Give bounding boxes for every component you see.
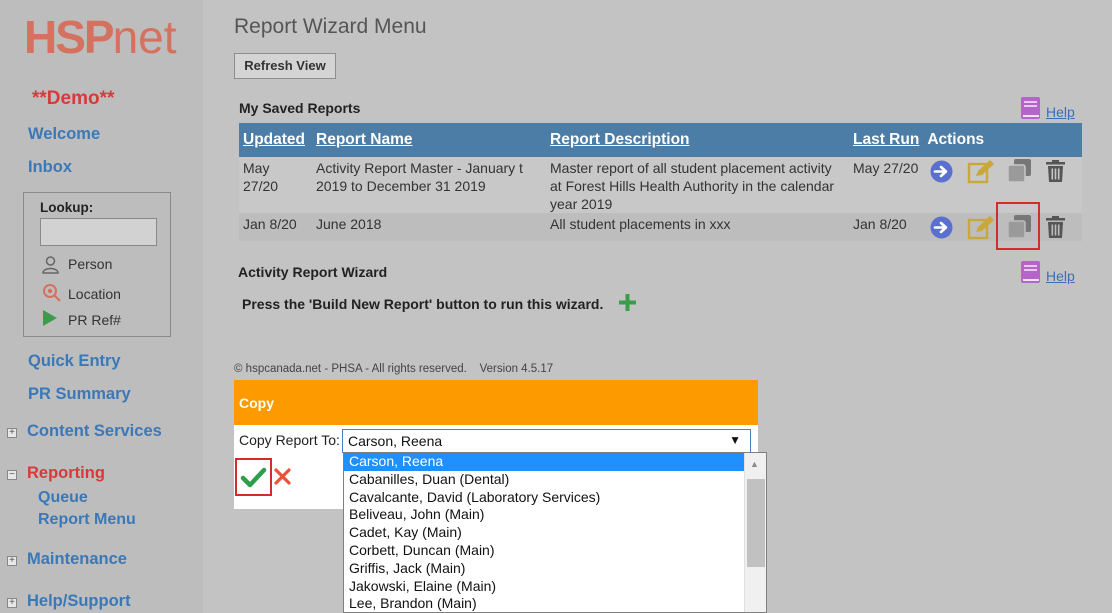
cell-report-name: Activity Report Master - January t 2019 … [312, 157, 546, 213]
footer: © hspcanada.net - PHSA - All rights rese… [234, 363, 553, 375]
option-item[interactable]: Carson, Reena [344, 453, 744, 471]
run-report-icon[interactable] [930, 216, 953, 244]
option-item[interactable]: Corbett, Duncan (Main) [344, 542, 744, 560]
dropdown-scrollbar[interactable]: ▲ [744, 453, 766, 612]
help-book-icon[interactable] [1020, 96, 1042, 125]
hspnet-logo[interactable]: HSPnet [24, 10, 177, 64]
cell-updated: Jan 8/20 [239, 213, 312, 241]
option-item[interactable]: Griffis, Jack (Main) [344, 560, 744, 578]
demo-label: **Demo** [32, 88, 115, 109]
option-item[interactable]: Jakowski, Elaine (Main) [344, 578, 744, 596]
saved-reports-table: Updated Report Name Report Description L… [239, 123, 1082, 241]
option-item[interactable]: Cavalcante, David (Laboratory Services) [344, 489, 744, 507]
options-list: Carson, Reena Cabanilles, Duan (Dental) … [344, 453, 744, 612]
option-item[interactable]: Beliveau, John (Main) [344, 506, 744, 524]
refresh-view-button[interactable]: Refresh View [234, 53, 336, 79]
col-updated[interactable]: Updated [239, 123, 312, 157]
option-item[interactable]: Cabanilles, Duan (Dental) [344, 471, 744, 489]
lookup-panel: Lookup: Person Location PR Ref# [23, 192, 171, 337]
option-item[interactable]: Cadet, Kay (Main) [344, 524, 744, 542]
scrollbar-thumb[interactable] [747, 479, 765, 567]
col-actions: Actions [923, 123, 1082, 157]
lookup-location[interactable]: Location [68, 286, 121, 302]
page-title: Report Wizard Menu [234, 15, 427, 38]
copy-button-highlight [996, 202, 1040, 250]
person-icon [42, 256, 59, 279]
checkmark-icon [240, 467, 267, 488]
expand-icon[interactable]: + [7, 598, 17, 608]
lookup-person[interactable]: Person [68, 256, 112, 272]
wizard-help-link[interactable]: Help [1046, 268, 1075, 284]
wizard-title: Activity Report Wizard [238, 264, 388, 280]
run-report-icon[interactable] [930, 160, 953, 188]
nav-quick-entry[interactable]: Quick Entry [28, 352, 121, 371]
edit-report-icon[interactable] [967, 158, 995, 189]
cell-report-description: All student placements in xxx [546, 213, 849, 241]
nav-queue[interactable]: Queue [38, 489, 88, 507]
lookup-pr-ref[interactable]: PR Ref# [68, 312, 121, 328]
cell-updated: May 27/20 [239, 157, 312, 213]
cell-report-description: Master report of all student placement a… [546, 157, 849, 213]
nav-reporting[interactable]: Reporting [27, 464, 105, 483]
wizard-instructions: Press the 'Build New Report' button to r… [242, 296, 604, 312]
nav-help-support[interactable]: Help/Support [27, 592, 131, 611]
saved-reports-title: My Saved Reports [239, 100, 361, 116]
location-pin-icon [42, 283, 61, 307]
dialog-title: Copy [234, 380, 758, 425]
nav-inbox[interactable]: Inbox [28, 158, 72, 177]
col-last-run[interactable]: Last Run [849, 123, 924, 157]
cell-last-run: May 27/20 [849, 157, 924, 213]
trash-icon[interactable] [1046, 216, 1065, 243]
edit-report-icon[interactable] [967, 214, 995, 245]
copy-report-icon[interactable] [1006, 158, 1032, 189]
sidebar: HSPnet **Demo** Welcome Inbox Lookup: Pe… [0, 0, 203, 613]
col-report-description[interactable]: Report Description [546, 123, 849, 157]
table-row: May 27/20 Activity Report Master - Janua… [239, 157, 1082, 213]
nav-report-menu[interactable]: Report Menu [38, 511, 136, 529]
selected-value: Carson, Reena [348, 433, 443, 449]
footer-copyright: © hspcanada.net - PHSA - All rights rese… [234, 363, 467, 375]
trash-icon[interactable] [1046, 160, 1065, 187]
expand-icon[interactable]: + [7, 556, 17, 566]
lookup-input[interactable] [40, 218, 157, 246]
help-book-icon[interactable] [1020, 260, 1042, 289]
build-new-report-plus-icon[interactable] [619, 294, 636, 316]
copy-report-to-options[interactable]: Carson, Reena Cabanilles, Duan (Dental) … [343, 452, 767, 613]
nav-welcome[interactable]: Welcome [28, 125, 100, 144]
scroll-up-icon[interactable]: ▲ [750, 459, 759, 469]
copy-report-to-label: Copy Report To: [239, 432, 340, 448]
table-row: Jan 8/20 June 2018 All student placement… [239, 213, 1082, 241]
cell-report-name: June 2018 [312, 213, 546, 241]
collapse-icon[interactable]: − [7, 470, 17, 480]
expand-icon[interactable]: + [7, 428, 17, 438]
close-icon [274, 468, 291, 485]
copy-report-to-select[interactable]: Carson, Reena ▼ [342, 429, 751, 453]
cancel-copy-button[interactable] [274, 468, 291, 490]
nav-maintenance[interactable]: Maintenance [27, 550, 127, 569]
lookup-label: Lookup: [40, 200, 94, 215]
play-icon [42, 309, 58, 332]
nav-pr-summary[interactable]: PR Summary [28, 385, 131, 404]
option-item[interactable]: Lee, Brandon (Main) [344, 595, 744, 612]
dropdown-arrow-icon[interactable]: ▼ [729, 433, 741, 447]
help-link[interactable]: Help [1046, 104, 1075, 120]
confirm-copy-button[interactable] [235, 458, 272, 496]
nav-content-services[interactable]: Content Services [27, 422, 162, 441]
footer-version: Version 4.5.17 [479, 363, 554, 375]
cell-last-run: Jan 8/20 [849, 213, 924, 241]
col-report-name[interactable]: Report Name [312, 123, 546, 157]
